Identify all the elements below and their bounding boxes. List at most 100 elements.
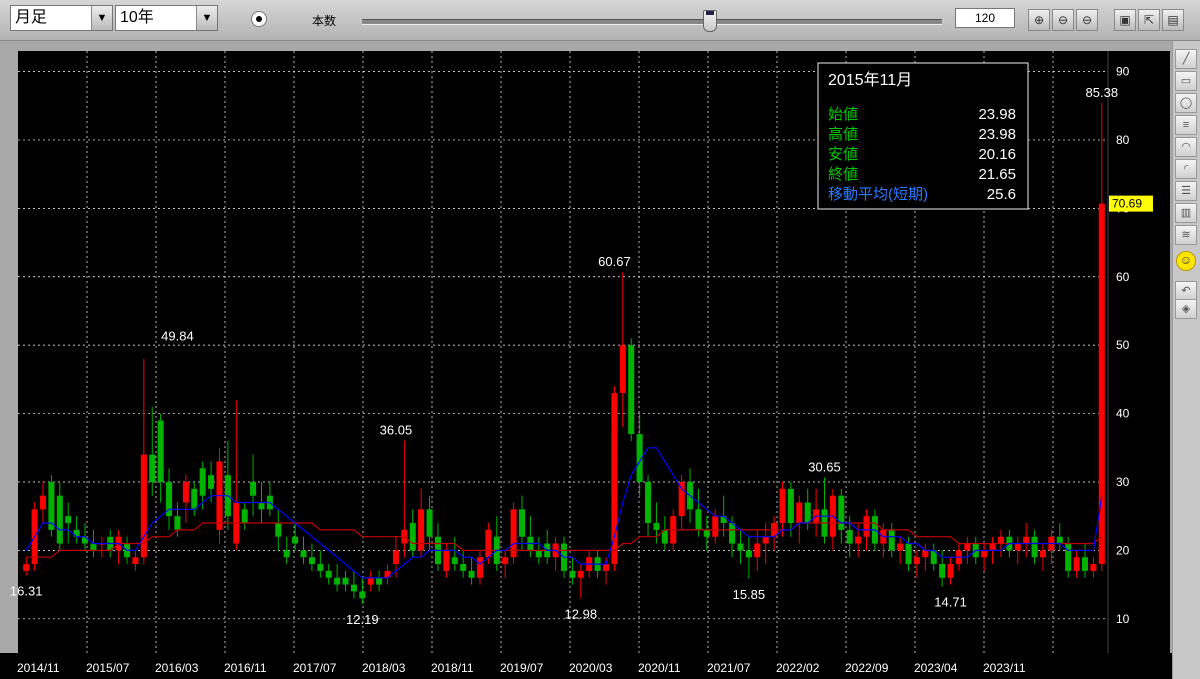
- price-annotation: 30.65: [808, 460, 841, 475]
- count-radio[interactable]: [251, 11, 267, 27]
- candle-body: [577, 570, 584, 578]
- candle-body: [947, 564, 954, 578]
- wave-tool-icon[interactable]: ≋: [1175, 225, 1197, 245]
- candle-body: [250, 481, 257, 496]
- candle-body: [888, 529, 895, 551]
- zoom-reset-icon[interactable]: ⊖: [1076, 9, 1098, 31]
- candle-body: [1031, 536, 1038, 558]
- tooltip-row-label: 始値: [828, 106, 858, 123]
- tooltip-row-label: 移動平均(短期): [828, 186, 928, 203]
- candle-body: [653, 523, 660, 530]
- rect-tool-icon[interactable]: ▭: [1175, 71, 1197, 91]
- candle-body: [359, 591, 366, 599]
- eraser-icon[interactable]: ◈: [1175, 299, 1197, 319]
- x-tick-label: 2016/03: [155, 661, 199, 675]
- candle-body: [485, 529, 492, 558]
- price-annotation: 14.71: [934, 595, 967, 610]
- undo-icon[interactable]: ↶: [1175, 281, 1197, 301]
- zoom-in-icon[interactable]: ⊕: [1028, 9, 1050, 31]
- smiley-icon[interactable]: ☺: [1176, 251, 1196, 271]
- candle-body: [678, 481, 685, 517]
- candle-body: [989, 543, 996, 551]
- y-tick-label: 50: [1116, 338, 1130, 352]
- price-annotation: 16.31: [10, 584, 43, 599]
- x-tick-label: 2018/03: [362, 661, 406, 675]
- candle-body: [779, 488, 786, 524]
- x-tick-label: 2017/07: [293, 661, 337, 675]
- retracement-tool-icon[interactable]: ☰: [1175, 181, 1197, 201]
- price-annotation: 49.84: [161, 328, 194, 343]
- channel-tool-icon[interactable]: ▥: [1175, 203, 1197, 223]
- toolbar: 月足 ▼ 10年 ▼ 本数 120 ⊕ ⊖ ⊖ ▣ ⇱ ▤: [0, 0, 1200, 41]
- candle-body: [149, 454, 156, 482]
- y-tick-label: 20: [1116, 543, 1130, 557]
- chevron-down-icon[interactable]: ▼: [196, 6, 217, 30]
- candle-body: [645, 481, 652, 524]
- candlestick-chart[interactable]: 1020304050607080902014/112015/072016/032…: [0, 41, 1172, 679]
- count-slider[interactable]: [362, 19, 942, 25]
- tooltip-title: 2015年11月: [828, 71, 912, 89]
- ellipse-tool-icon[interactable]: ◯: [1175, 93, 1197, 113]
- count-input[interactable]: 120: [955, 8, 1015, 28]
- x-tick-label: 2019/07: [500, 661, 544, 675]
- x-tick-label: 2020/03: [569, 661, 613, 675]
- candle-body: [535, 550, 542, 558]
- candle-body: [905, 543, 912, 565]
- x-tick-label: 2022/09: [845, 661, 889, 675]
- chevron-down-icon[interactable]: ▼: [91, 6, 112, 30]
- candle-body: [897, 543, 904, 551]
- candle-body: [308, 557, 315, 565]
- candle-body: [729, 523, 736, 544]
- price-annotation: 60.67: [598, 254, 631, 269]
- y-tick-label: 80: [1116, 133, 1130, 147]
- tooltip-row-label: 高値: [828, 126, 858, 143]
- candle-body: [745, 550, 752, 558]
- tooltip-row-value: 23.98: [978, 126, 1016, 143]
- candle-body: [602, 564, 610, 571]
- candle-body: [703, 529, 710, 537]
- candle-body: [241, 509, 248, 524]
- range-select[interactable]: 10年 ▼: [115, 5, 218, 31]
- candle-body: [367, 577, 374, 585]
- candle-body: [350, 584, 357, 592]
- range-select-value: 10年: [120, 9, 154, 26]
- candle-body: [939, 564, 946, 578]
- line-tool-icon[interactable]: ╱: [1175, 49, 1197, 69]
- x-tick-label: 2014/11: [17, 661, 60, 675]
- candle-body: [418, 509, 425, 551]
- candle-body: [1073, 557, 1080, 571]
- x-tick-label: 2023/04: [914, 661, 958, 675]
- candle-body: [275, 523, 282, 537]
- period-select[interactable]: 月足 ▼: [10, 5, 113, 31]
- candle-body: [863, 516, 870, 537]
- candle-body: [90, 543, 97, 551]
- candle-body: [1056, 536, 1063, 544]
- x-tick-label: 2018/11: [431, 661, 474, 675]
- candle-body: [762, 536, 769, 544]
- fan-tool-icon[interactable]: ◠: [1175, 137, 1197, 157]
- count-slider-thumb[interactable]: [703, 10, 717, 32]
- price-annotation: 36.05: [380, 423, 413, 438]
- candle-body: [334, 577, 341, 585]
- y-tick-label: 40: [1116, 407, 1130, 421]
- candle-body: [182, 481, 189, 503]
- candle-body: [258, 502, 265, 510]
- candle-body: [317, 564, 324, 571]
- candle-body: [796, 502, 803, 524]
- arcs-tool-icon[interactable]: ◜: [1175, 159, 1197, 179]
- candle-body: [695, 509, 702, 530]
- candle-body: [569, 570, 576, 578]
- candle-body: [787, 488, 794, 524]
- candle-body: [468, 570, 475, 578]
- candle-body: [1039, 550, 1047, 558]
- save-icon[interactable]: ▣: [1114, 9, 1136, 31]
- candle-body: [754, 543, 761, 558]
- price-annotation: 85.38: [1086, 85, 1119, 100]
- print-icon[interactable]: ▤: [1162, 9, 1184, 31]
- export-icon[interactable]: ⇱: [1138, 9, 1160, 31]
- candle-body: [300, 550, 307, 558]
- zoom-out-icon[interactable]: ⊖: [1052, 9, 1074, 31]
- candle-body: [922, 550, 929, 558]
- hlines-tool-icon[interactable]: ≡: [1175, 115, 1197, 135]
- candle-body: [460, 564, 467, 571]
